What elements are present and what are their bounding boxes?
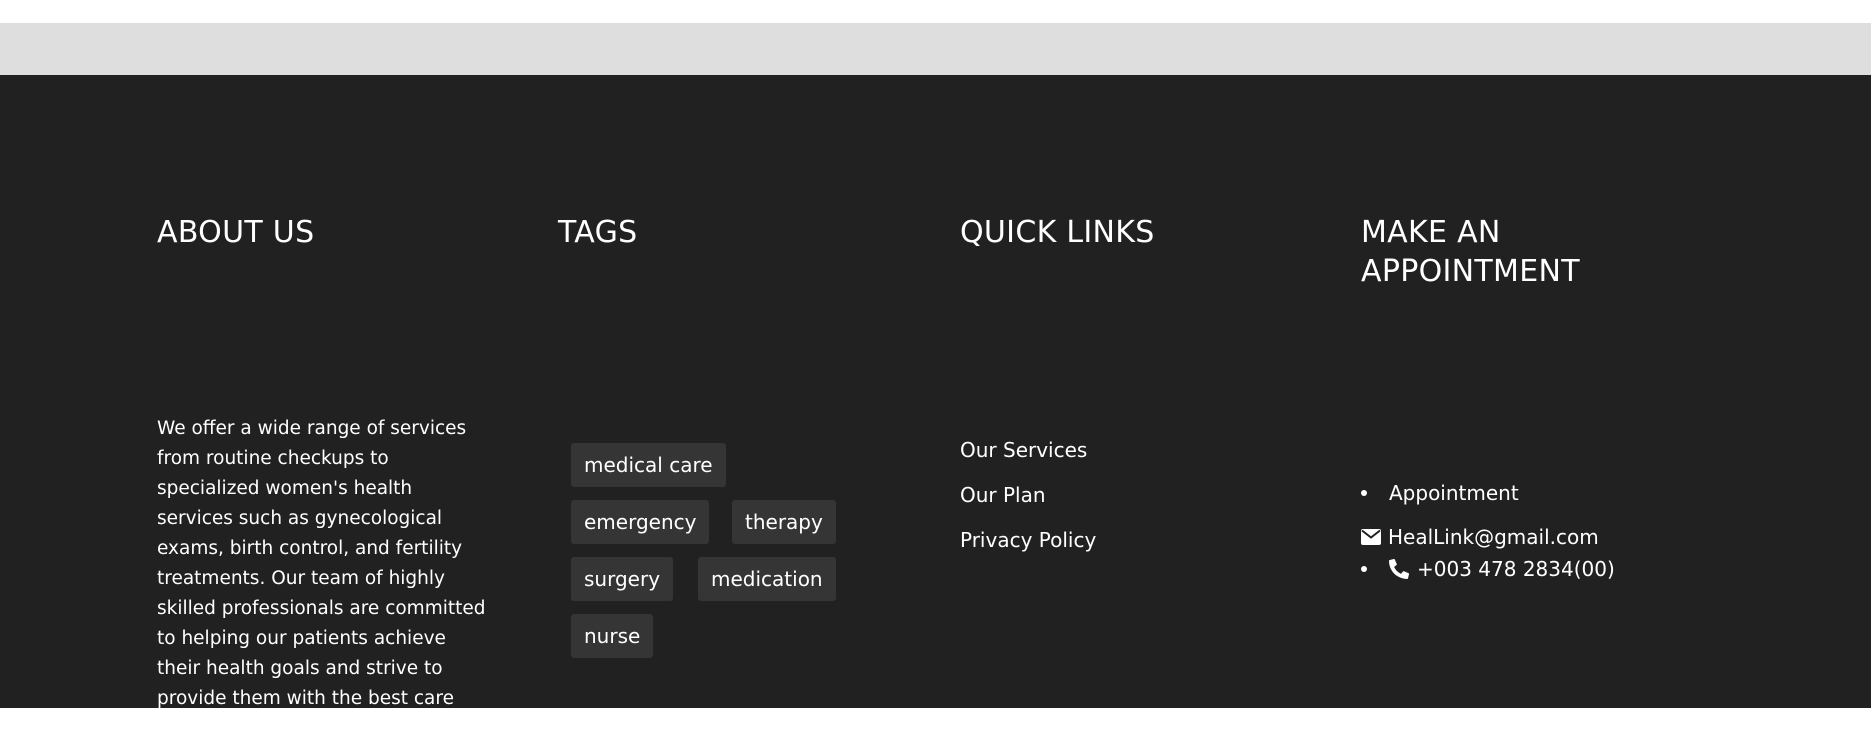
- about-us-heading: ABOUT US: [157, 215, 315, 250]
- link-our-plan[interactable]: Our Plan: [960, 484, 1096, 529]
- tag-therapy[interactable]: therapy: [732, 500, 836, 544]
- tags-heading: TAGS: [558, 215, 638, 250]
- email-text: HealLink@gmail.com: [1388, 525, 1599, 549]
- tag-medical-care[interactable]: medical care: [571, 443, 726, 487]
- tag-surgery[interactable]: surgery: [571, 557, 674, 601]
- envelope-icon: [1361, 529, 1381, 545]
- about-us-section: ABOUT US We offer a wide range of servic…: [157, 213, 487, 739]
- tag-nurse[interactable]: nurse: [571, 614, 654, 658]
- tag-emergency[interactable]: emergency: [571, 500, 710, 544]
- quick-links-section: QUICK LINKS Our Services Our Plan Privac…: [960, 213, 1290, 551]
- about-us-text: We offer a wide range of services from r…: [157, 418, 486, 739]
- appointment-heading-line1: MAKE AN: [1361, 215, 1501, 250]
- link-our-services[interactable]: Our Services: [960, 439, 1096, 484]
- appointment-heading: MAKE AN APPOINTMENT: [1361, 213, 1691, 291]
- link-privacy-policy[interactable]: Privacy Policy: [960, 529, 1096, 574]
- appointment-section: MAKE AN APPOINTMENT Appointment HealLink…: [1361, 213, 1691, 581]
- appointment-label: Appointment: [1389, 481, 1519, 505]
- appointment-heading-line2: APPOINTMENT: [1361, 254, 1580, 289]
- bullet-icon: [1361, 490, 1367, 496]
- phone-text: +003 478 2834(00): [1417, 557, 1615, 581]
- site-footer: ABOUT US We offer a wide range of servic…: [0, 75, 1871, 739]
- phone-icon: [1389, 559, 1409, 579]
- top-white-strip: [0, 0, 1871, 23]
- grey-band: [0, 23, 1871, 75]
- quick-links-list: Our Services Our Plan Privacy Policy: [960, 439, 1096, 574]
- bullet-icon: [1361, 566, 1367, 572]
- quick-links-heading: QUICK LINKS: [960, 215, 1155, 250]
- tag-medication[interactable]: medication: [698, 557, 836, 601]
- tags-section: TAGS medical care emergency therapy surg…: [558, 213, 888, 658]
